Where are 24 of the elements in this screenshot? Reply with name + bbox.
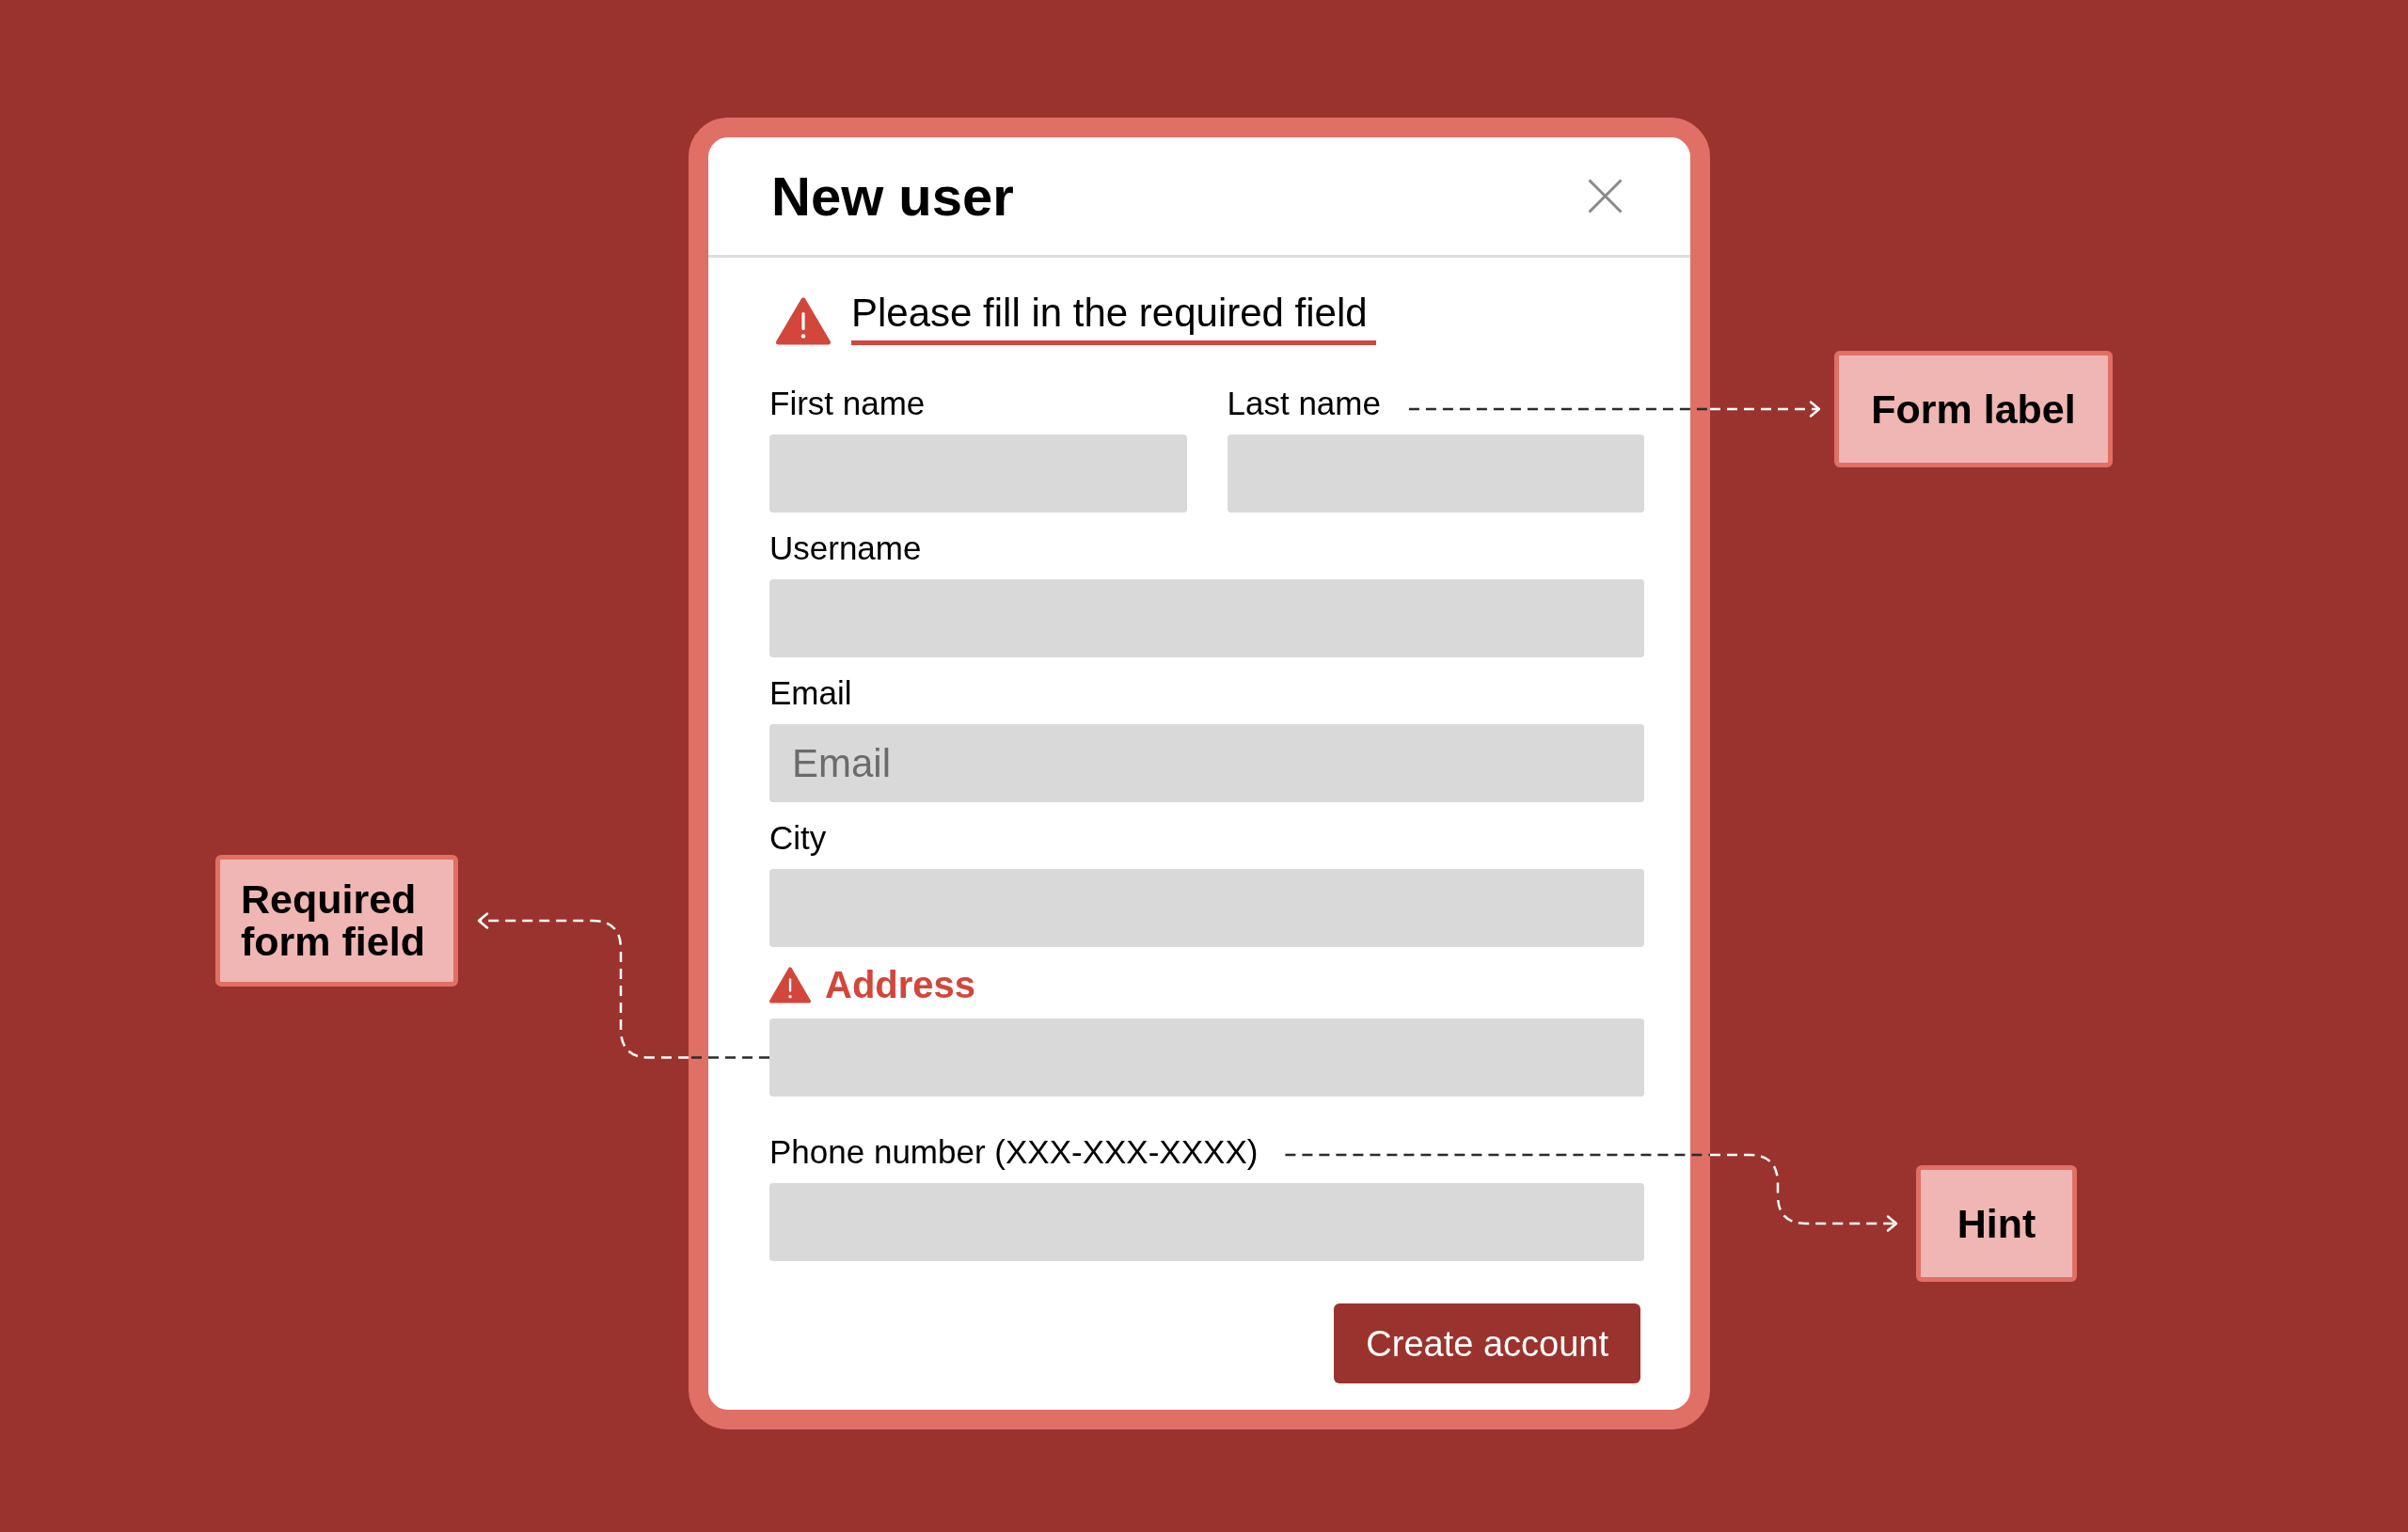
close-button[interactable]	[1588, 179, 1623, 213]
field-label: City	[769, 821, 827, 854]
text-input[interactable]	[1227, 434, 1644, 513]
close-icon	[1588, 179, 1623, 213]
field-label: Phone number (XXX-XXX-XXXX)	[769, 1135, 1259, 1168]
field-label: Username	[769, 531, 922, 564]
field-label: Address	[825, 966, 976, 1003]
field-label: Last name	[1227, 387, 1381, 419]
text-input[interactable]	[769, 434, 1187, 513]
field-label: Email	[769, 676, 852, 709]
field-label: First name	[769, 387, 926, 419]
text-input[interactable]: Email	[769, 724, 1644, 802]
annotation-callout: Required form field	[215, 855, 458, 987]
text-input[interactable]	[769, 1019, 1644, 1097]
text-input[interactable]	[769, 579, 1644, 657]
text-input[interactable]	[769, 869, 1644, 947]
submit-button[interactable]: Create account	[1334, 1303, 1640, 1383]
warning-icon	[769, 966, 811, 1003]
annotation-callout: Hint	[1916, 1165, 2077, 1282]
annotation-callout: Form label	[1834, 351, 2113, 467]
alert-message: Please fill in the required field	[851, 293, 1376, 345]
text-input[interactable]	[769, 1183, 1644, 1261]
dialog-title: New user	[771, 168, 1014, 224]
warning-icon	[776, 297, 831, 345]
